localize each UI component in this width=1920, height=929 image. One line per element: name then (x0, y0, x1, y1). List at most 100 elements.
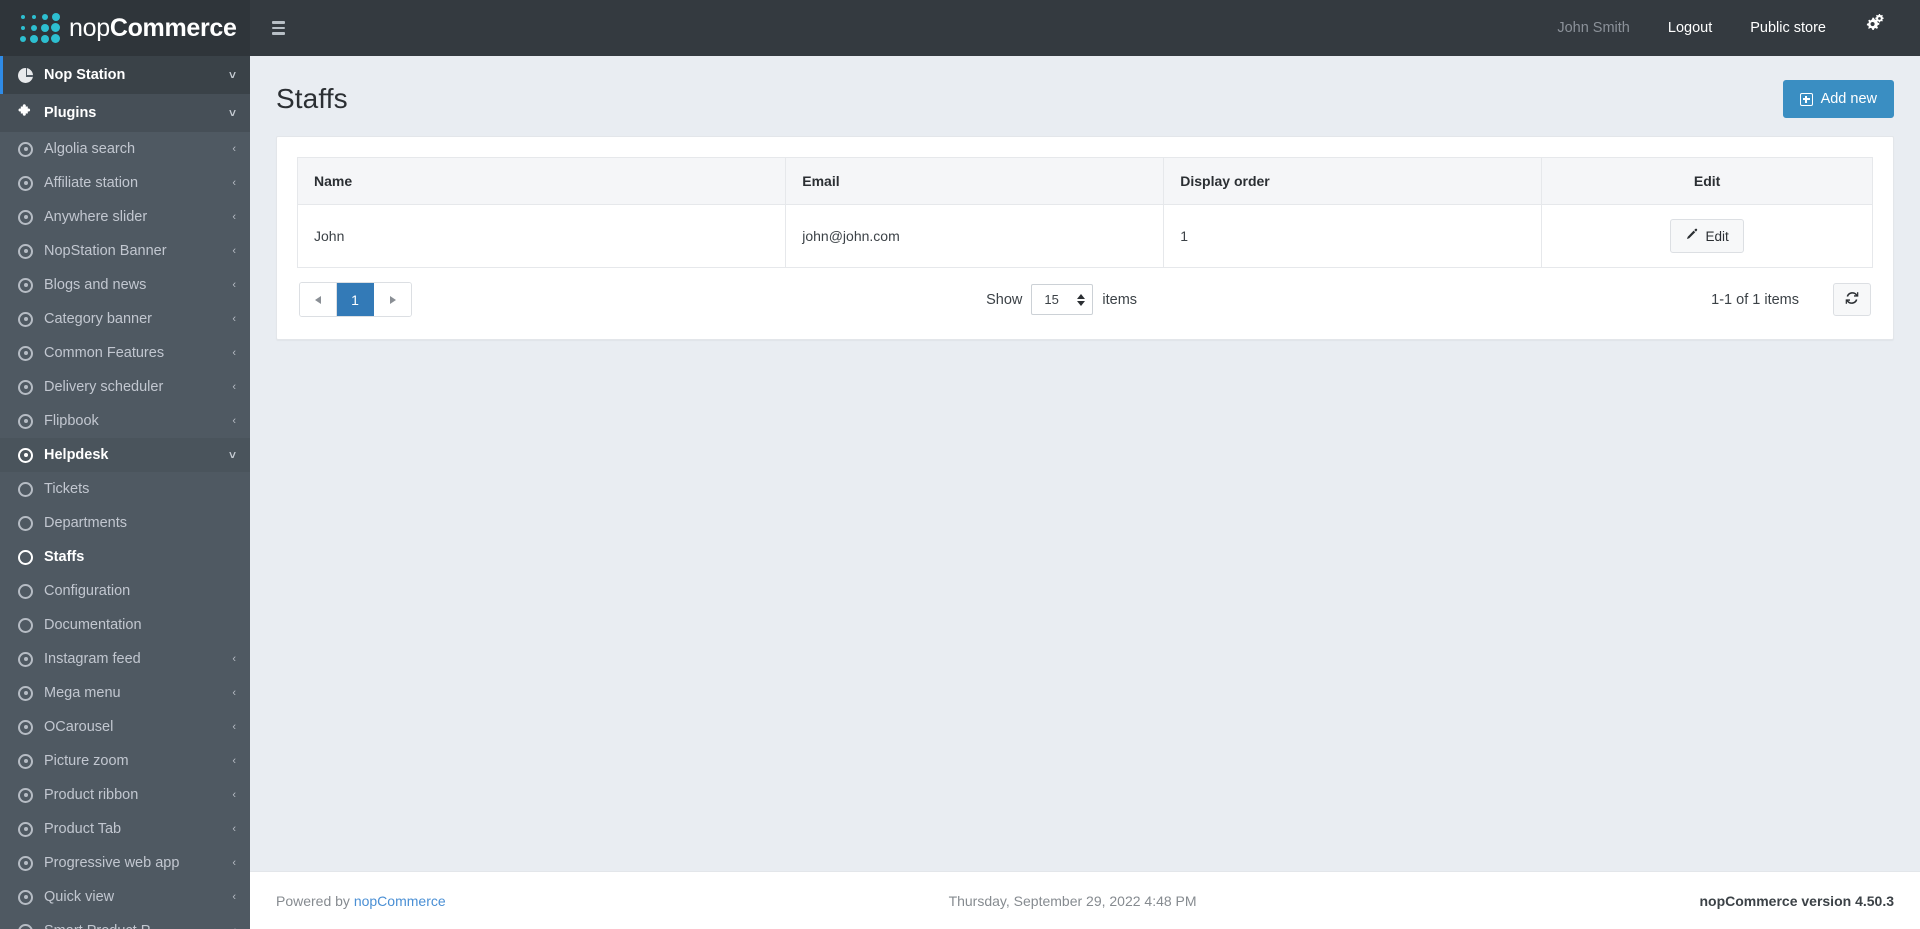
sidebar-item-product-tab[interactable]: Product Tab ‹ (0, 812, 250, 846)
sidebar-item-label: Delivery scheduler (44, 379, 164, 395)
chevron-left-icon: ‹ (232, 177, 236, 189)
sidebar-item-label: OCarousel (44, 719, 114, 735)
pagination: 1 (299, 282, 412, 317)
add-new-label: Add new (1820, 91, 1877, 107)
current-user-link[interactable]: John Smith (1538, 0, 1649, 56)
cell-email: john@john.com (785, 204, 1165, 268)
sidebar-item-label: Picture zoom (44, 753, 129, 769)
sidebar-item-plugins[interactable]: Plugins ˅ (0, 94, 250, 132)
edit-button[interactable]: Edit (1670, 219, 1744, 253)
chevron-down-icon: ˅ (228, 448, 236, 462)
sidebar-item-flipbook[interactable]: Flipbook ‹ (0, 404, 250, 438)
sidebar-item-helpdesk[interactable]: Helpdesk ˅ (0, 438, 250, 472)
grid-footer: 1 Show 510152050100 items 1-1 of 1 items (297, 268, 1873, 319)
dot-circle-icon (18, 447, 33, 463)
sidebar-item-category-banner[interactable]: Category banner ‹ (0, 302, 250, 336)
circle-icon (18, 583, 33, 599)
table-header: Name Email Display order Edit (297, 157, 1873, 205)
chevron-left-icon: ‹ (232, 245, 236, 257)
sidebar-item-nopstation-banner[interactable]: NopStation Banner ‹ (0, 234, 250, 268)
refresh-button[interactable] (1833, 283, 1871, 316)
table-header-row: Name Email Display order Edit (297, 157, 1873, 205)
page-size-select-wrapper: 510152050100 (1031, 284, 1094, 315)
chevron-left-icon: ‹ (232, 211, 236, 223)
sidebar-item-nop-station[interactable]: Nop Station ˅ (0, 56, 250, 94)
footer-nopcommerce-link[interactable]: nopCommerce (354, 893, 446, 909)
sidebar-item-anywhere-slider[interactable]: Anywhere slider ‹ (0, 200, 250, 234)
pagination-page-1-button[interactable]: 1 (337, 283, 374, 316)
add-new-button[interactable]: Add new (1782, 80, 1894, 118)
sidebar-item-label: Instagram feed (44, 651, 141, 667)
dot-circle-icon (18, 413, 33, 429)
nopcommerce-logo-icon (18, 13, 60, 43)
sidebar-item-label: Smart Product P (44, 923, 226, 929)
sidebar-item-icon (18, 549, 44, 565)
items-label: items (1102, 291, 1138, 308)
sidebar-item-icon (18, 787, 44, 803)
dot-circle-icon (18, 685, 33, 701)
public-store-link[interactable]: Public store (1731, 0, 1845, 56)
sidebar-item-icon (18, 753, 44, 769)
sidebar-item-label: NopStation Banner (44, 243, 167, 259)
settings-link[interactable] (1845, 0, 1898, 56)
staffs-table: Name Email Display order Edit John john@… (297, 157, 1873, 268)
chevron-down-icon: ˅ (228, 68, 236, 82)
caret-left-icon (315, 295, 321, 304)
brand-prefix: nop (69, 13, 110, 42)
top-navigation-bar: nopCommerce John Smith Logout Public sto… (0, 0, 1920, 56)
sidebar-item-departments[interactable]: Departments (0, 506, 250, 540)
hamburger-icon[interactable] (272, 18, 294, 38)
sidebar-item-product-ribbon[interactable]: Product ribbon ‹ (0, 778, 250, 812)
pagination-prev-button[interactable] (300, 283, 337, 316)
sidebar-item-common-features[interactable]: Common Features ‹ (0, 336, 250, 370)
sidebar-item-progressive-web-app[interactable]: Progressive web app ‹ (0, 846, 250, 880)
chevron-left-icon: ‹ (232, 721, 236, 733)
sidebar-item-ocarousel[interactable]: OCarousel ‹ (0, 710, 250, 744)
dot-circle-icon (18, 277, 33, 293)
page-header: Staffs Add new (250, 56, 1920, 136)
pie-icon (18, 67, 33, 83)
sidebar-item-algolia-search[interactable]: Algolia search ‹ (0, 132, 250, 166)
chevron-left-icon: ‹ (232, 891, 236, 903)
show-label: Show (986, 291, 1023, 308)
page-size-select[interactable]: 510152050100 (1031, 284, 1094, 315)
dot-circle-icon (18, 651, 33, 667)
circle-icon (18, 617, 33, 633)
sidebar-item-documentation[interactable]: Documentation (0, 608, 250, 642)
sidebar-item-label: Mega menu (44, 685, 121, 701)
dot-circle-icon (18, 923, 33, 929)
chevron-left-icon: ‹ (232, 313, 236, 325)
sidebar-item-instagram-feed[interactable]: Instagram feed ‹ (0, 642, 250, 676)
sidebar-item-affiliate-station[interactable]: Affiliate station ‹ (0, 166, 250, 200)
page-size-selector: Show 510152050100 items (986, 284, 1137, 315)
sidebar-item-blogs-and-news[interactable]: Blogs and news ‹ (0, 268, 250, 302)
sidebar-item-label: Product ribbon (44, 787, 139, 803)
sidebar-item-icon (18, 515, 44, 531)
logout-link[interactable]: Logout (1649, 0, 1731, 56)
sidebar-item-label: Product Tab (44, 821, 122, 837)
sidebar-item-staffs[interactable]: Staffs (0, 540, 250, 574)
top-nav-links: John Smith Logout Public store (1538, 0, 1898, 56)
sidebar-item-configuration[interactable]: Configuration (0, 574, 250, 608)
sidebar-item-icon (18, 243, 44, 259)
sidebar-item-icon (18, 209, 44, 225)
sidebar-item-label: Documentation (44, 617, 142, 633)
circle-icon (18, 549, 33, 565)
refresh-icon (1844, 290, 1860, 309)
pagination-next-button[interactable] (374, 283, 411, 316)
sidebar-item-smart-product-p[interactable]: Smart Product P ‹ (0, 914, 250, 929)
sidebar-item-quick-view[interactable]: Quick view ‹ (0, 880, 250, 914)
brand-logo[interactable]: nopCommerce (0, 0, 250, 56)
sidebar-item-icon (18, 311, 44, 327)
dot-circle-icon (18, 379, 33, 395)
sidebar-item-tickets[interactable]: Tickets (0, 472, 250, 506)
chevron-left-icon: ‹ (232, 347, 236, 359)
sidebar-item-mega-menu[interactable]: Mega menu ‹ (0, 676, 250, 710)
table-body: John john@john.com 1 Edit (297, 204, 1873, 268)
sidebar-item-icon (18, 67, 44, 83)
sidebar-item-delivery-scheduler[interactable]: Delivery scheduler ‹ (0, 370, 250, 404)
dot-circle-icon (18, 753, 33, 769)
sidebar-item-label: Departments (44, 515, 128, 531)
sidebar-item-picture-zoom[interactable]: Picture zoom ‹ (0, 744, 250, 778)
chevron-left-icon: ‹ (232, 415, 236, 427)
